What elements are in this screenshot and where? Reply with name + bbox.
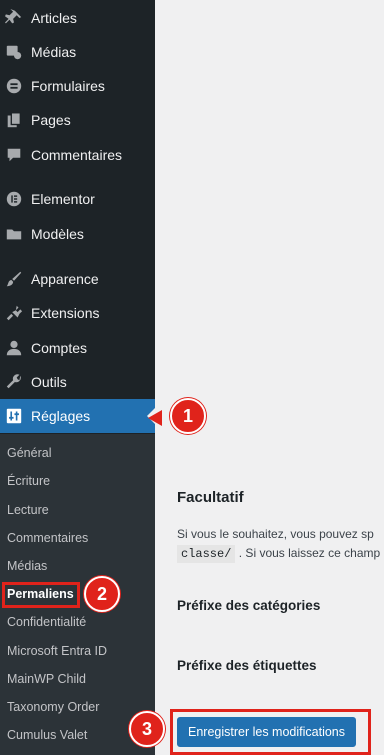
menu-item-apparence[interactable]: Apparence <box>0 262 155 296</box>
callout-box-save <box>170 709 371 755</box>
category-base-label: Préfixe des catégories <box>177 598 321 613</box>
submenu-item-microsoft-entra-id[interactable]: Microsoft Entra ID <box>7 644 107 658</box>
menu-label: Réglages <box>31 408 91 424</box>
tag-base-label: Préfixe des étiquettes <box>177 658 317 673</box>
step-badge-2: 2 <box>84 576 120 612</box>
callout-arrow-1 <box>148 410 162 426</box>
menu-item-outils[interactable]: Outils <box>0 365 155 399</box>
brush-icon <box>4 269 24 289</box>
menu-label: Commentaires <box>31 147 123 163</box>
submenu-item-ecriture[interactable]: Écriture <box>7 474 50 488</box>
menu-label: Outils <box>31 374 67 390</box>
menu-item-reglages[interactable]: Réglages <box>0 399 155 433</box>
submenu-item-cumulus-valet[interactable]: Cumulus Valet <box>7 728 87 742</box>
pin-icon <box>4 8 24 28</box>
menu-item-elementor[interactable]: Elementor <box>0 182 155 216</box>
step-badge-1: 1 <box>170 398 206 434</box>
menu-label: Apparence <box>31 271 99 287</box>
step-badge-3: 3 <box>129 711 165 747</box>
media-icon <box>4 42 24 62</box>
menu-item-articles[interactable]: Articles <box>0 1 155 35</box>
elementor-icon <box>4 189 24 209</box>
section-description-line2: classe/ . Si vous laissez ce champ <box>177 545 381 563</box>
menu-label: Formulaires <box>31 78 105 94</box>
submenu-item-confidentialite[interactable]: Confidentialité <box>7 615 86 629</box>
pages-icon <box>4 110 24 130</box>
menu-label: Médias <box>31 44 77 60</box>
submenu-item-lecture[interactable]: Lecture <box>7 503 49 517</box>
section-title-optional: Facultatif <box>177 489 244 506</box>
comments-icon <box>4 145 24 165</box>
menu-item-medias[interactable]: Médias <box>0 35 155 69</box>
menu-item-extensions[interactable]: Extensions <box>0 296 155 330</box>
menu-item-formulaires[interactable]: Formulaires <box>0 69 155 103</box>
wrench-icon <box>4 372 24 392</box>
menu-label: Pages <box>31 112 71 128</box>
admin-sidebar: Articles Médias Formulaires Pages Commen… <box>0 0 155 755</box>
menu-item-modeles[interactable]: Modèles <box>0 217 155 251</box>
user-icon <box>4 338 24 358</box>
menu-label: Comptes <box>31 340 88 356</box>
submenu-item-commentaires[interactable]: Commentaires <box>7 531 88 545</box>
forms-icon <box>4 76 24 96</box>
menu-item-pages[interactable]: Pages <box>0 103 155 137</box>
code-sample: classe/ <box>177 545 236 563</box>
submenu-item-taxonomy-order[interactable]: Taxonomy Order <box>7 700 99 714</box>
section-description-line1: Si vous le souhaitez, vous pouvez sp <box>177 527 374 541</box>
callout-box-permaliens <box>2 582 80 608</box>
description-continuation: . Si vous laissez ce champ <box>238 546 381 560</box>
folder-icon <box>4 224 24 244</box>
submenu-item-mainwp-child[interactable]: MainWP Child <box>7 672 86 686</box>
menu-label: Modèles <box>31 226 84 242</box>
menu-label: Extensions <box>31 305 100 321</box>
menu-item-comptes[interactable]: Comptes <box>0 331 155 365</box>
menu-label: Elementor <box>31 191 95 207</box>
submenu-item-general[interactable]: Général <box>7 446 51 460</box>
main-content: Facultatif Si vous le souhaitez, vous po… <box>155 0 384 755</box>
submenu-item-medias[interactable]: Médias <box>7 559 47 573</box>
menu-label: Articles <box>31 10 77 26</box>
settings-icon <box>4 406 24 426</box>
menu-item-commentaires[interactable]: Commentaires <box>0 138 155 172</box>
plugin-icon <box>4 303 24 323</box>
